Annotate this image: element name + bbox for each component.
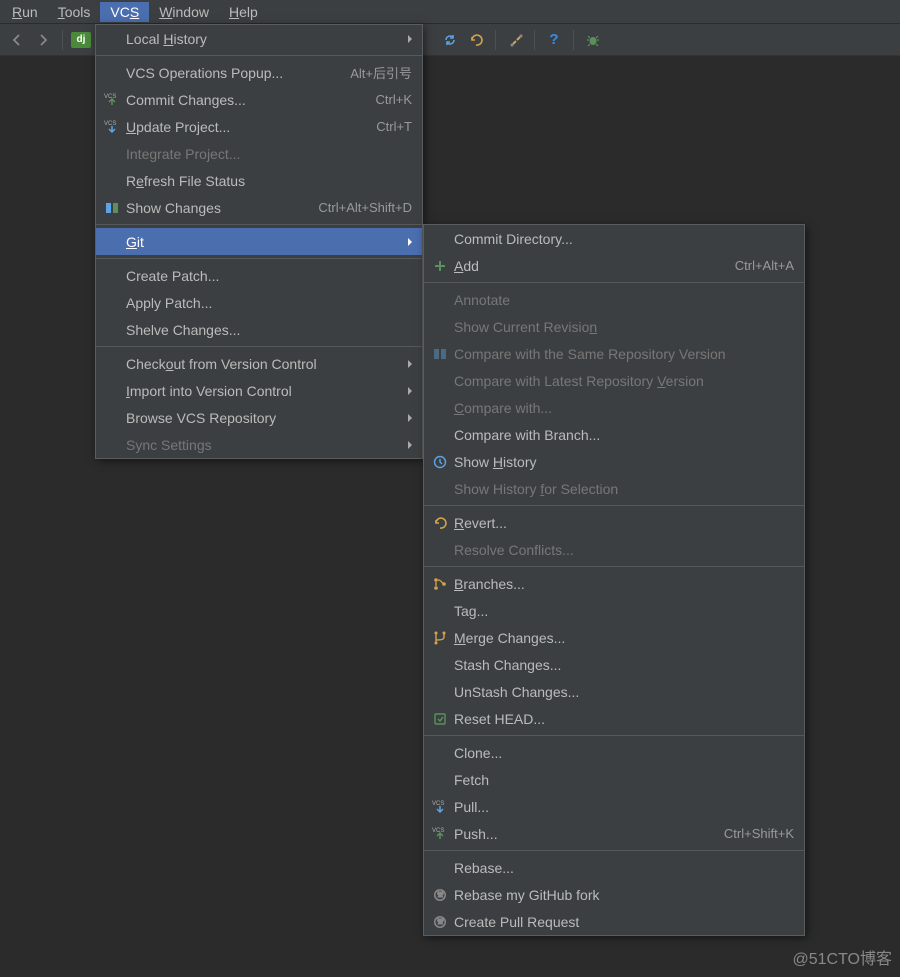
mi-reset-head[interactable]: Reset HEAD...: [424, 705, 804, 732]
plus-icon: [430, 256, 450, 276]
menu-separator: [424, 850, 804, 851]
menu-separator: [96, 55, 422, 56]
mi-rebase[interactable]: Rebase...: [424, 854, 804, 881]
mi-local-history[interactable]: Local History: [96, 25, 422, 52]
mi-integrate-project: Integrate Project...: [96, 140, 422, 167]
menu-separator: [96, 224, 422, 225]
mi-cmp-with: Compare with...: [424, 394, 804, 421]
history-icon: [430, 452, 450, 472]
menu-separator: [424, 505, 804, 506]
mi-show-current-rev: Show Current Revision: [424, 313, 804, 340]
mi-create-pr[interactable]: Create Pull Request: [424, 908, 804, 935]
github-icon: [430, 885, 450, 905]
mi-shelve-changes[interactable]: Shelve Changes...: [96, 316, 422, 343]
mi-revert[interactable]: Revert...: [424, 509, 804, 536]
menu-help[interactable]: Help: [219, 2, 268, 22]
toolbar-separator: [534, 30, 535, 50]
mi-add[interactable]: Add Ctrl+Alt+A: [424, 252, 804, 279]
mi-stash-changes[interactable]: Stash Changes...: [424, 651, 804, 678]
menu-window[interactable]: Window: [149, 2, 219, 22]
mi-show-changes[interactable]: Show Changes Ctrl+Alt+Shift+D: [96, 194, 422, 221]
branches-icon: [430, 574, 450, 594]
mi-git[interactable]: Git: [96, 228, 422, 255]
bug-icon[interactable]: [582, 29, 604, 51]
menu-separator: [96, 346, 422, 347]
diff-icon: [102, 198, 122, 218]
menu-separator: [96, 258, 422, 259]
mi-create-patch[interactable]: Create Patch...: [96, 262, 422, 289]
vcs-push-icon: VCS: [430, 824, 450, 844]
mi-browse-vcs-repo[interactable]: Browse VCS Repository: [96, 404, 422, 431]
mi-sync-settings: Sync Settings: [96, 431, 422, 458]
mi-pull[interactable]: VCS Pull...: [424, 793, 804, 820]
nav-back-icon[interactable]: [6, 29, 28, 51]
mi-merge-changes[interactable]: Merge Changes...: [424, 624, 804, 651]
menubar: Run Tools VCS Window Help: [0, 0, 900, 24]
mi-rebase-github-fork[interactable]: Rebase my GitHub fork: [424, 881, 804, 908]
toolbar-separator: [62, 30, 63, 50]
project-badge-icon[interactable]: dj: [71, 32, 91, 48]
mi-show-history[interactable]: Show History: [424, 448, 804, 475]
mi-show-history-sel: Show History for Selection: [424, 475, 804, 502]
vcs-pull-icon: VCS: [430, 797, 450, 817]
menu-vcs[interactable]: VCS: [100, 2, 149, 22]
reset-icon: [430, 709, 450, 729]
github-icon: [430, 912, 450, 932]
merge-icon: [430, 628, 450, 648]
diff-repo-icon: [430, 344, 450, 364]
mi-cmp-same-repo: Compare with the Same Repository Version: [424, 340, 804, 367]
help-icon[interactable]: ?: [543, 29, 565, 51]
mi-branches[interactable]: Branches...: [424, 570, 804, 597]
mi-checkout-vc[interactable]: Checkout from Version Control: [96, 350, 422, 377]
vcs-commit-icon: VCS: [102, 90, 122, 110]
revert-icon: [430, 513, 450, 533]
mi-import-vc[interactable]: Import into Version Control: [96, 377, 422, 404]
mi-commit-directory[interactable]: Commit Directory...: [424, 225, 804, 252]
svg-text:VCS: VCS: [104, 121, 116, 127]
toolbar-separator: [573, 30, 574, 50]
mi-tag[interactable]: Tag...: [424, 597, 804, 624]
watermark: @51CTO博客: [792, 945, 892, 969]
mi-push[interactable]: VCS Push... Ctrl+Shift+K: [424, 820, 804, 847]
undo-icon[interactable]: [465, 29, 487, 51]
nav-forward-icon[interactable]: [32, 29, 54, 51]
menu-separator: [424, 282, 804, 283]
svg-text:VCS: VCS: [104, 94, 116, 100]
menu-separator: [424, 566, 804, 567]
mi-resolve-conflicts: Resolve Conflicts...: [424, 536, 804, 563]
menu-separator: [424, 735, 804, 736]
svg-text:VCS: VCS: [432, 801, 444, 807]
mi-commit-changes[interactable]: VCS Commit Changes... Ctrl+K: [96, 86, 422, 113]
sync-icon[interactable]: [439, 29, 461, 51]
svg-text:VCS: VCS: [432, 828, 444, 834]
mi-clone[interactable]: Clone...: [424, 739, 804, 766]
mi-update-project[interactable]: VCS Update Project... Ctrl+T: [96, 113, 422, 140]
git-dropdown: Commit Directory... Add Ctrl+Alt+A Annot…: [423, 224, 805, 936]
mi-cmp-branch[interactable]: Compare with Branch...: [424, 421, 804, 448]
mi-annotate: Annotate: [424, 286, 804, 313]
vcs-dropdown: Local History VCS Operations Popup... Al…: [95, 24, 423, 459]
menu-tools[interactable]: Tools: [48, 2, 101, 22]
toolbar-separator: [495, 30, 496, 50]
vcs-update-icon: VCS: [102, 117, 122, 137]
mi-unstash-changes[interactable]: UnStash Changes...: [424, 678, 804, 705]
menu-run[interactable]: Run: [2, 2, 48, 22]
mi-fetch[interactable]: Fetch: [424, 766, 804, 793]
mi-refresh-file-status[interactable]: Refresh File Status: [96, 167, 422, 194]
settings-icon[interactable]: [504, 29, 526, 51]
mi-vcs-ops-popup[interactable]: VCS Operations Popup... Alt+后引号: [96, 59, 422, 86]
mi-apply-patch[interactable]: Apply Patch...: [96, 289, 422, 316]
mi-cmp-latest-repo: Compare with Latest Repository Version: [424, 367, 804, 394]
